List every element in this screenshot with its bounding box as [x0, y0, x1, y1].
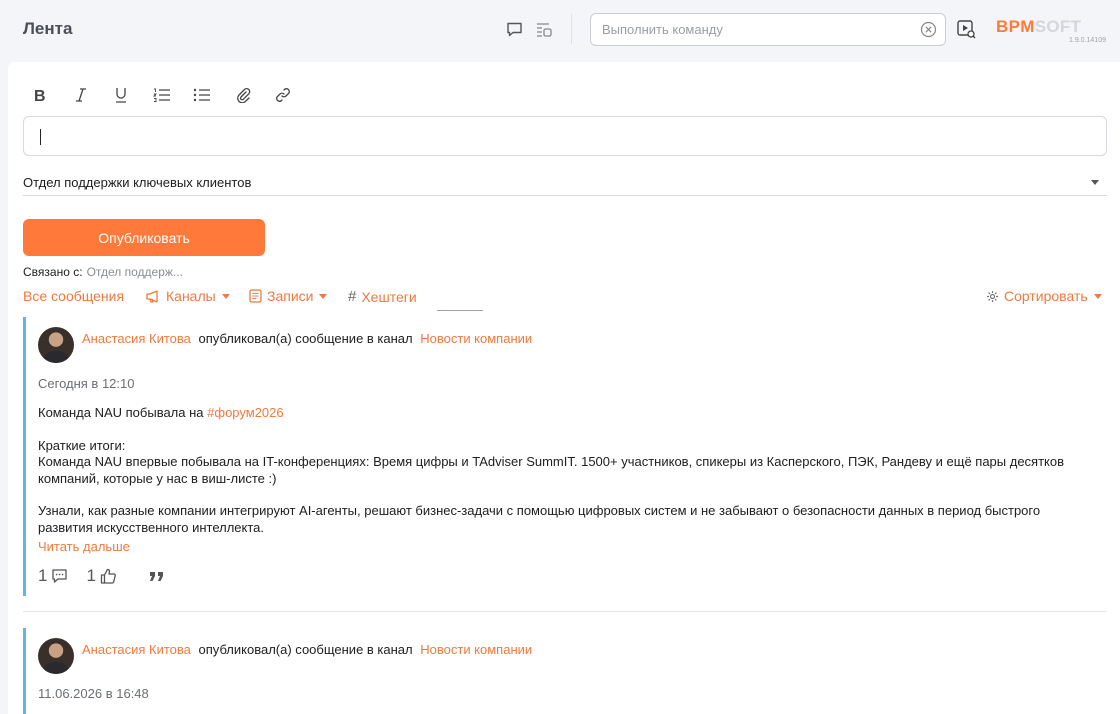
author-link[interactable]: Анастасия Китова: [82, 331, 191, 346]
filter-posts[interactable]: Записи: [249, 288, 328, 304]
feed-post: Анастасия Китова опубликовал(а) сообщени…: [23, 317, 1107, 596]
summary-label: Краткие итоги:: [38, 437, 126, 453]
filter-all-messages[interactable]: Все сообщения: [23, 288, 124, 304]
post-header: Анастасия Китова опубликовал(а) сообщени…: [82, 642, 532, 657]
quote-icon: [149, 572, 163, 581]
megaphone-icon: [146, 289, 161, 303]
command-input[interactable]: [602, 14, 912, 45]
thumbs-up-icon: [100, 568, 116, 584]
avatar[interactable]: [38, 638, 74, 674]
post-title-text: Команда NAU побывала на: [38, 405, 204, 420]
post-body: Команда NAU побывала на #форум2026 Кратк…: [38, 405, 1078, 536]
likes-count: 1: [86, 566, 96, 585]
like-button[interactable]: 1: [86, 566, 116, 586]
numbered-list-icon[interactable]: [149, 83, 175, 107]
version-label: 1.9.0.14109: [1069, 37, 1106, 44]
video-help-icon[interactable]: [956, 19, 976, 39]
read-more-link[interactable]: Читать дальше: [38, 539, 130, 554]
svg-text:B: B: [34, 88, 46, 103]
channel-link[interactable]: Новости компании: [420, 642, 532, 657]
avatar[interactable]: [38, 327, 74, 363]
chevron-down-icon: [1091, 180, 1099, 185]
message-editor[interactable]: [23, 116, 1107, 156]
link-icon[interactable]: [270, 83, 296, 107]
bold-icon[interactable]: B: [27, 83, 53, 107]
gear-icon: [986, 290, 999, 303]
feed-icon[interactable]: [534, 19, 554, 39]
feed-post: Анастасия Китова опубликовал(а) сообщени…: [23, 628, 1107, 714]
comments-button[interactable]: 1: [38, 566, 68, 586]
italic-icon[interactable]: [68, 83, 94, 107]
channel-select[interactable]: Отдел поддержки ключевых клиентов: [23, 168, 1107, 196]
feed-filters: Все сообщения Каналы Записи # Хештеги Со…: [23, 286, 1107, 311]
channel-select-value: Отдел поддержки ключевых клиентов: [23, 175, 252, 190]
header-divider: [571, 14, 572, 44]
header: Лента BPMSOFT 1.9.0.14109: [0, 0, 1120, 60]
filter-hashtags[interactable]: # Хештеги: [348, 288, 417, 305]
sort-button[interactable]: Сортировать: [986, 288, 1102, 304]
comment-icon: [52, 569, 68, 583]
post-separator: [23, 611, 1107, 612]
publish-button[interactable]: Опубликовать: [23, 219, 265, 256]
related-value[interactable]: Отдел поддерж...: [87, 265, 183, 279]
filter-channels[interactable]: Каналы: [146, 288, 230, 304]
post-paragraph: Команда NAU впервые побывала на IT-конфе…: [38, 454, 1065, 486]
hashtag-icon: #: [348, 288, 357, 305]
chat-icon[interactable]: [504, 19, 524, 39]
post-date: 11.06.2026 в 16:48: [38, 686, 149, 701]
command-box[interactable]: [590, 13, 946, 46]
text-caret: [40, 129, 41, 145]
logo: BPMSOFT: [996, 17, 1082, 36]
clear-icon[interactable]: [920, 21, 937, 38]
post-action-text: опубликовал(а) сообщение в канал: [198, 642, 413, 657]
post-date: Сегодня в 12:10: [38, 376, 135, 391]
page-title: Лента: [23, 19, 73, 38]
hashtag-link[interactable]: #форум2026: [207, 405, 283, 420]
hashtag-input-underline[interactable]: [437, 310, 483, 311]
comments-count: 1: [38, 566, 48, 585]
post-paragraph: Узнали, как разные компании интегрируют …: [38, 503, 1041, 535]
post-header: Анастасия Китова опубликовал(а) сообщени…: [82, 331, 532, 346]
underline-icon[interactable]: [108, 83, 134, 107]
related-to: Связано с: Отдел поддерж...: [23, 265, 183, 279]
document-icon: [249, 289, 262, 303]
post-action-text: опубликовал(а) сообщение в канал: [198, 331, 413, 346]
post-actions: 1 1: [38, 565, 185, 587]
related-label: Связано с:: [23, 265, 83, 279]
bulleted-list-icon[interactable]: [189, 83, 215, 107]
author-link[interactable]: Анастасия Китова: [82, 642, 191, 657]
quote-button[interactable]: [147, 569, 167, 583]
attach-icon[interactable]: [230, 83, 256, 107]
channel-link[interactable]: Новости компании: [420, 331, 532, 346]
